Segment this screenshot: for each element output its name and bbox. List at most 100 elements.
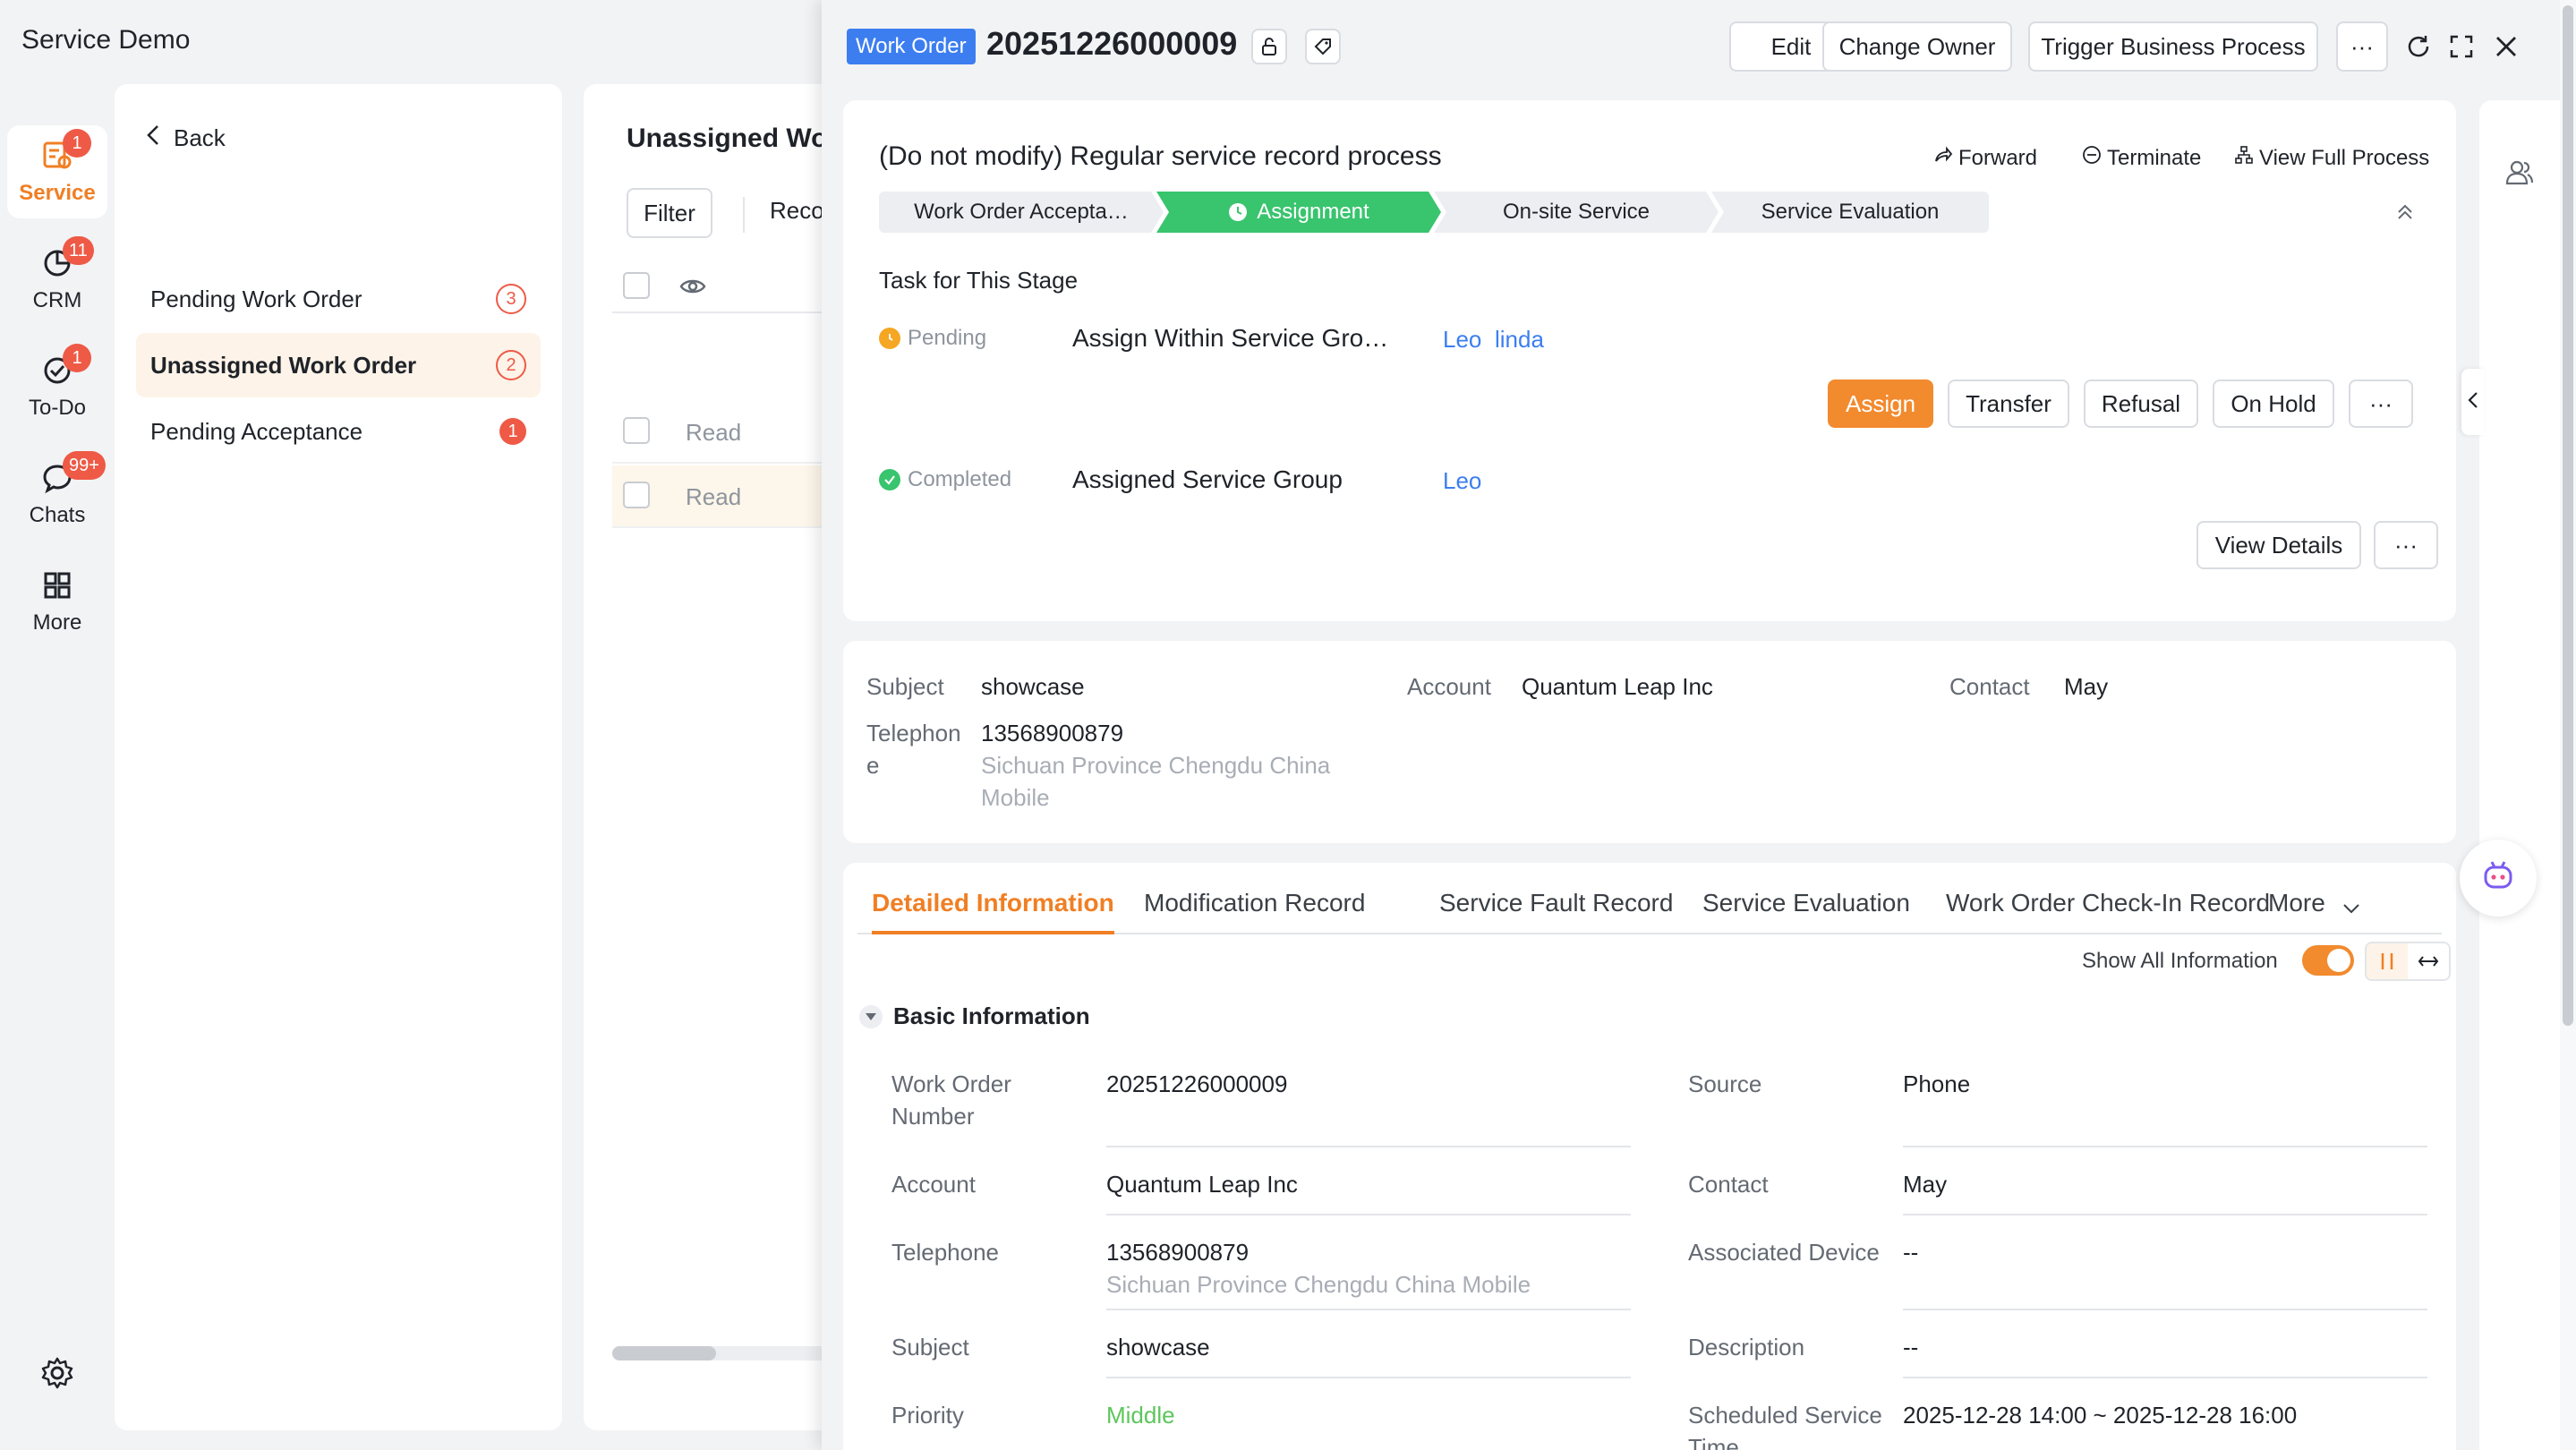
stage-assignment[interactable]: Assignment bbox=[1156, 192, 1441, 233]
terminate-link[interactable]: Terminate bbox=[2082, 145, 2201, 171]
list-panel: Unassigned Wo Filter Reco Read Read bbox=[584, 84, 852, 1430]
select-all-checkbox[interactable] bbox=[623, 272, 650, 299]
field-label-wrap: Number bbox=[891, 1103, 975, 1130]
show-all-toggle[interactable] bbox=[2302, 945, 2354, 976]
stage-label: Work Order Accepta… bbox=[914, 200, 1129, 224]
stage-on-site-service[interactable]: On-site Service bbox=[1434, 192, 1719, 233]
team-icon[interactable] bbox=[2504, 158, 2535, 192]
assignee-link[interactable]: Leo bbox=[1443, 467, 1481, 495]
task-more-button[interactable]: ··· bbox=[2349, 380, 2413, 428]
field-label: Account bbox=[891, 1171, 976, 1198]
assign-button[interactable]: Assign bbox=[1828, 380, 1933, 428]
view-full-process-label: View Full Process bbox=[2259, 145, 2430, 170]
source-value: Phone bbox=[1903, 1070, 1971, 1097]
task-status-completed: Completed bbox=[879, 467, 1011, 492]
assignee-link[interactable]: linda bbox=[1495, 326, 1544, 354]
tab-work-order-check-in-record[interactable]: Work Order Check-In Record bbox=[1946, 883, 2270, 934]
trigger-business-process-button[interactable]: Trigger Business Process bbox=[2028, 21, 2318, 72]
detail-tabs: Detailed Information Modification Record… bbox=[857, 883, 2442, 934]
field-label-wrap: Time bbox=[1688, 1434, 1739, 1450]
account-link[interactable]: Quantum Leap Inc bbox=[1106, 1171, 1298, 1198]
rail-item-crm[interactable]: CRM 11 bbox=[7, 233, 107, 326]
tab-service-fault-record[interactable]: Service Fault Record bbox=[1439, 883, 1673, 934]
telephone-location: Sichuan Province Chengdu China Mobile bbox=[1106, 1271, 1531, 1298]
horizontal-scrollbar[interactable] bbox=[612, 1346, 845, 1360]
forward-link[interactable]: Forward bbox=[1933, 145, 2037, 171]
vertical-scrollbar[interactable] bbox=[2560, 0, 2576, 1450]
recommend-tab[interactable]: Reco bbox=[770, 197, 824, 225]
rail-item-chats[interactable]: Chats 99+ bbox=[7, 448, 107, 541]
right-side-strip bbox=[2479, 100, 2560, 1450]
rail-item-more[interactable]: More bbox=[7, 555, 107, 648]
subject-value: showcase bbox=[1106, 1334, 1210, 1360]
close-icon[interactable] bbox=[2490, 30, 2522, 63]
rail-label: More bbox=[32, 610, 82, 635]
subject-label: Subject bbox=[866, 673, 944, 700]
stage-service-evaluation[interactable]: Service Evaluation bbox=[1711, 192, 1989, 233]
expand-icon[interactable] bbox=[2445, 30, 2478, 63]
tab-service-evaluation[interactable]: Service Evaluation bbox=[1702, 883, 1910, 934]
view-details-button[interactable]: View Details bbox=[2196, 521, 2361, 569]
collapse-triangle-icon bbox=[859, 1004, 883, 1028]
scrollbar-thumb[interactable] bbox=[612, 1346, 716, 1360]
stage-work-order-acceptance[interactable]: Work Order Accepta… bbox=[879, 192, 1164, 233]
rail-item-service[interactable]: Service 1 bbox=[7, 125, 107, 218]
process-tree-icon bbox=[2234, 145, 2254, 171]
basic-information-header[interactable]: Basic Information bbox=[859, 1002, 1090, 1030]
field-divider bbox=[1106, 1377, 1631, 1378]
contact-link[interactable]: May bbox=[2064, 673, 2108, 701]
two-column-icon[interactable] bbox=[2367, 943, 2408, 979]
collapse-panel-tab[interactable] bbox=[2461, 369, 2485, 435]
row-checkbox[interactable] bbox=[623, 482, 650, 508]
layout-switch bbox=[2365, 942, 2451, 981]
refresh-icon[interactable] bbox=[2402, 30, 2435, 63]
tab-modification-record[interactable]: Modification Record bbox=[1144, 883, 1365, 934]
row-checkbox[interactable] bbox=[623, 417, 650, 444]
filter-button[interactable]: Filter bbox=[627, 188, 712, 238]
scheduled-service-time-value: 2025-12-28 14:00 ~ 2025-12-28 16:00 bbox=[1903, 1402, 2298, 1429]
table-row[interactable]: Read bbox=[612, 465, 852, 528]
assignee-link[interactable]: Leo bbox=[1443, 326, 1481, 354]
tab-more[interactable]: More bbox=[2268, 883, 2361, 934]
settings-gear-icon[interactable] bbox=[39, 1355, 75, 1391]
field-divider bbox=[1903, 1309, 2427, 1310]
section-title: Basic Information bbox=[893, 1002, 1090, 1029]
terminate-label: Terminate bbox=[2107, 145, 2202, 170]
summary-card: Subject showcase Account Quantum Leap In… bbox=[843, 641, 2456, 843]
list-header bbox=[612, 260, 852, 313]
ai-assistant-button[interactable] bbox=[2460, 840, 2537, 917]
tab-detailed-information[interactable]: Detailed Information bbox=[872, 883, 1114, 934]
account-link[interactable]: Quantum Leap Inc bbox=[1522, 673, 1713, 701]
scrollbar-thumb[interactable] bbox=[2563, 5, 2573, 1026]
tag-icon[interactable] bbox=[1305, 29, 1341, 64]
stage-bar: Work Order Accepta… Assignment On-site S… bbox=[879, 192, 1989, 233]
nav-item-pending-work-order[interactable]: Pending Work Order 3 bbox=[136, 267, 541, 331]
completed-task-more-button[interactable]: ··· bbox=[2374, 521, 2438, 569]
full-width-icon[interactable] bbox=[2408, 943, 2449, 979]
on-hold-button[interactable]: On Hold bbox=[2213, 380, 2334, 428]
field-divider bbox=[1106, 1309, 1631, 1310]
collapse-up-icon[interactable] bbox=[2395, 202, 2415, 226]
field-label: Work Order bbox=[891, 1070, 1011, 1097]
rail-item-todo[interactable]: To-Do 1 bbox=[7, 340, 107, 433]
work-order-tag: Work Order bbox=[847, 29, 976, 64]
back-button[interactable]: Back bbox=[145, 124, 226, 153]
table-row[interactable]: Read bbox=[612, 401, 852, 464]
view-full-process-link[interactable]: View Full Process bbox=[2234, 145, 2429, 171]
rail-label: Chats bbox=[29, 503, 86, 527]
lock-icon[interactable] bbox=[1251, 29, 1287, 64]
refusal-button[interactable]: Refusal bbox=[2084, 380, 2198, 428]
change-owner-button[interactable]: Change Owner bbox=[1822, 21, 2012, 72]
priority-value: Middle bbox=[1106, 1402, 1175, 1429]
contact-link[interactable]: May bbox=[1903, 1171, 1947, 1198]
field-divider bbox=[1903, 1146, 2427, 1147]
row-status: Read bbox=[686, 483, 742, 510]
task-name: Assigned Service Group bbox=[1072, 465, 1343, 493]
nav-item-unassigned-work-order[interactable]: Unassigned Work Order 2 bbox=[136, 333, 541, 397]
eye-icon[interactable] bbox=[678, 272, 707, 305]
more-actions-button[interactable]: ··· bbox=[2336, 21, 2388, 72]
transfer-button[interactable]: Transfer bbox=[1948, 380, 2069, 428]
stage-label: On-site Service bbox=[1502, 200, 1651, 224]
nav-item-pending-acceptance[interactable]: Pending Acceptance 1 bbox=[136, 399, 541, 464]
chevron-down-icon bbox=[2341, 883, 2361, 931]
